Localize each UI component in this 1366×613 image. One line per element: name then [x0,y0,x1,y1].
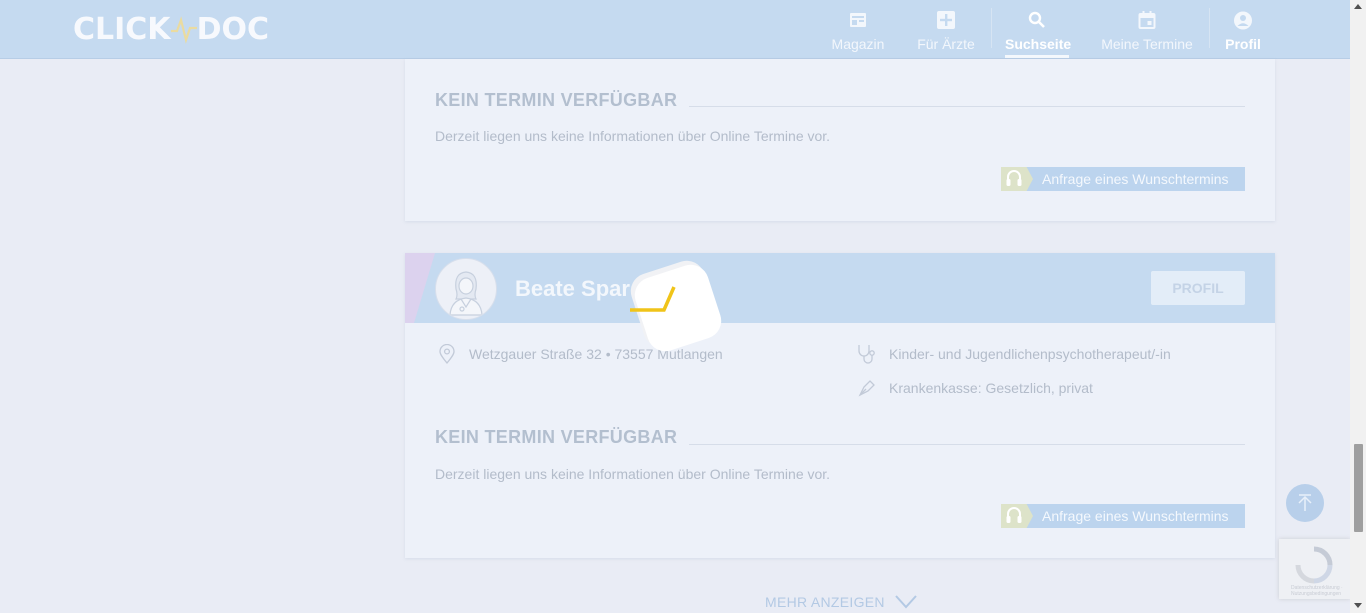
no-appointment-info: Derzeit liegen uns keine Informationen ü… [435,466,831,482]
recaptcha-links[interactable]: Datenschutzerklärung · Nutzungsbedingung… [1291,585,1351,597]
scroll-down-arrow-icon[interactable] [1354,603,1362,608]
section-divider [689,106,1245,107]
headset-icon [1006,507,1022,523]
logo-text-click: CLICK [73,11,171,47]
request-appointment-label: Anfrage eines Wunschtermins [1042,171,1229,187]
profile-button[interactable]: PROFIL [1151,271,1245,305]
doctor-card: Beate Spar PROFIL Wetzgauer Straße 32 • … [405,253,1275,558]
scroll-up-arrow-icon[interactable] [1354,4,1362,9]
chevron-down-icon [895,595,917,609]
show-more-button[interactable]: MEHR ANZEIGEN [765,594,917,610]
doctor-specialty: Kinder- und Jugendlichenpsychotherapeut/… [889,346,1171,362]
magazine-icon [850,13,866,27]
doctor-name[interactable]: Beate Spar [515,276,630,302]
request-appointment-label: Anfrage eines Wunschtermins [1042,508,1229,524]
request-appointment-button[interactable]: Anfrage eines Wunschtermins [1001,504,1245,528]
nav-suchseite[interactable]: Suchseite [1005,0,1072,58]
nav-magazin-label: Magazin [831,36,885,52]
pulse-icon [170,16,197,44]
calendar-icon [1138,11,1156,29]
plus-icon [937,11,955,29]
no-appointment-title: KEIN TERMIN VERFÜGBAR [435,427,678,447]
nav-meine-termine-label: Meine Termine [1101,36,1193,52]
doctor-insurance: Krankenkasse: Gesetzlich, privat [889,380,1093,396]
nav-separator [991,8,992,48]
doctor-card-header: Beate Spar PROFIL [405,253,1275,323]
nav-profil[interactable]: Profil [1222,0,1264,58]
scroll-to-top-button[interactable] [1286,484,1324,522]
loading-spinner [630,260,722,352]
insurance-icon [858,380,875,397]
top-navigation-bar: CLICK DOC Magazin Für Ärzte Suchseite Me… [0,0,1350,59]
doctor-card: KEIN TERMIN VERFÜGBAR Derzeit liegen uns… [405,59,1275,221]
no-appointment-info: Derzeit liegen uns keine Informationen ü… [435,128,831,144]
user-icon [1234,11,1252,30]
nav-fuer-aerzte[interactable]: Für Ärzte [914,0,978,58]
search-icon [1028,11,1045,28]
headset-tag [1001,504,1033,528]
nav-magazin[interactable]: Magazin [828,0,888,58]
nav-meine-termine[interactable]: Meine Termine [1098,0,1196,58]
active-tab-indicator [1005,55,1069,58]
nav-profil-label: Profil [1225,36,1261,52]
page: CLICK DOC Magazin Für Ärzte Suchseite Me… [0,0,1366,613]
request-appointment-button[interactable]: Anfrage eines Wunschtermins [1001,167,1245,191]
stethoscope-icon [858,345,875,364]
nav-fuer-aerzte-label: Für Ärzte [917,36,975,52]
vertical-scrollbar[interactable] [1350,0,1366,613]
recaptcha-badge[interactable]: Datenschutzerklärung · Nutzungsbedingung… [1279,539,1350,599]
nav-separator [1209,8,1210,48]
show-more-label: MEHR ANZEIGEN [765,594,885,610]
logo-text-doc: DOC [196,11,269,47]
section-divider [689,444,1245,445]
doctor-avatar [435,258,497,320]
clickdoc-logo[interactable]: CLICK DOC [73,11,269,47]
recaptcha-icon [1295,546,1333,584]
headset-icon [1006,170,1022,186]
category-stripe [405,253,435,323]
no-appointment-title: KEIN TERMIN VERFÜGBAR [435,90,678,110]
female-doctor-icon [449,271,483,316]
headset-tag [1001,167,1033,191]
scrollbar-thumb[interactable] [1354,444,1363,532]
arrow-up-icon [1298,494,1312,511]
location-pin-icon [439,344,455,364]
nav-suchseite-label: Suchseite [1005,36,1072,52]
